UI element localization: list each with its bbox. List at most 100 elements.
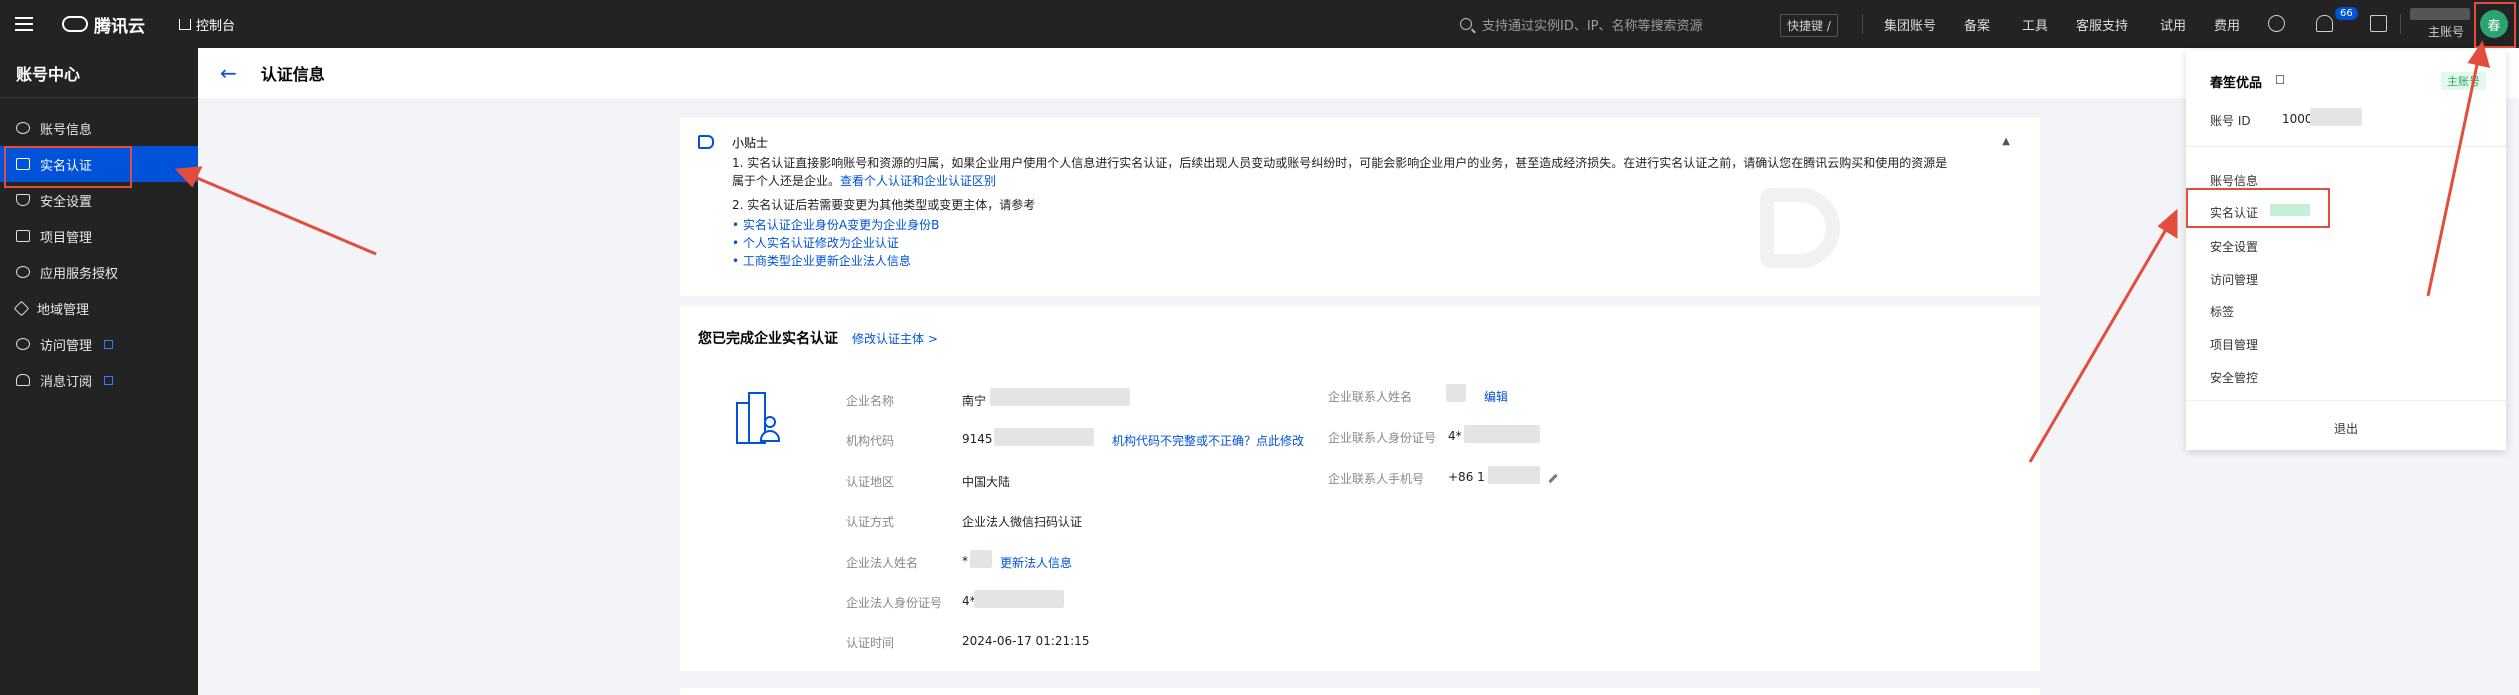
copy-icon[interactable]	[2276, 75, 2284, 84]
sidebar-item-label: 地域管理	[37, 302, 90, 318]
account-name-redacted	[2410, 8, 2470, 20]
redacted	[970, 550, 992, 568]
sidebar-item-app-auth[interactable]: 应用服务授权	[0, 254, 198, 290]
org-code-label: 机构代码	[846, 434, 895, 448]
collapse-icon[interactable]: ▲	[2002, 136, 2010, 147]
contact-edit-link[interactable]: 编辑	[1484, 388, 1508, 405]
arrow-to-sidebar	[189, 173, 377, 256]
logout-button[interactable]: 退出	[2186, 420, 2506, 437]
arrow-to-menu-item	[2028, 225, 2170, 463]
inbox-icon[interactable]	[2370, 15, 2387, 32]
home-icon	[179, 18, 191, 30]
folder-icon	[16, 230, 30, 242]
speaker-icon	[698, 135, 714, 149]
redacted	[994, 428, 1094, 446]
divider	[1862, 14, 1863, 34]
tips-title: 小贴士	[732, 136, 769, 150]
enterprise-icon	[736, 392, 784, 444]
menu-item-security-control[interactable]: 安全管控	[2210, 369, 2258, 386]
auth-info-card: 您已完成企业实名认证 修改认证主体 > 企业名称 南宁 机构代码 9145 机构…	[680, 306, 2040, 671]
menu-item-access[interactable]: 访问管理	[2210, 271, 2258, 288]
brand-logo[interactable]: 腾讯云	[62, 12, 145, 37]
company-name-value: 南宁	[962, 394, 987, 408]
sidebar-item-regions[interactable]: 地域管理	[0, 290, 198, 326]
contact-name-label: 企业联系人姓名	[1328, 390, 1413, 404]
bell-icon[interactable]	[2316, 15, 2333, 32]
sidebar-item-access[interactable]: 访问管理	[0, 326, 198, 362]
sidebar-item-label: 安全设置	[40, 194, 93, 210]
redacted	[974, 590, 1064, 608]
nav-support[interactable]: 客服支持	[2076, 0, 2128, 48]
gear-icon	[16, 338, 30, 350]
sidebar-item-projects[interactable]: 项目管理	[0, 218, 198, 254]
link-text[interactable]: 工商类型企业更新企业法人信息	[743, 254, 911, 268]
tips-link-personal-to-company: • 个人实名认证修改为企业认证	[732, 236, 899, 250]
compass-icon[interactable]	[2268, 15, 2285, 32]
menu-item-account-info[interactable]: 账号信息	[2210, 172, 2258, 189]
key-icon	[16, 266, 30, 278]
search-input[interactable]: 支持通过实例ID、IP、名称等搜索资源	[1482, 15, 1703, 34]
tips-link-change-company: • 实名认证企业身份A变更为企业身份B	[732, 218, 940, 232]
redacted	[1488, 466, 1540, 484]
annotation-box	[4, 146, 132, 188]
bell-icon	[16, 374, 30, 386]
redacted	[990, 388, 1130, 406]
notification-badge: 66	[2335, 7, 2358, 20]
next-card	[680, 688, 2040, 695]
layers-icon	[13, 300, 30, 316]
region-label: 认证地区	[846, 475, 895, 489]
tips-line-1b: 属于个人还是企业。	[732, 174, 841, 188]
sidebar-item-label: 账号信息	[40, 122, 93, 138]
contact-phone-value: +86 1	[1448, 470, 1485, 484]
menu-icon[interactable]	[0, 0, 48, 48]
nav-billing[interactable]: 费用	[2214, 0, 2240, 48]
menu-item-tags[interactable]: 标签	[2210, 303, 2234, 320]
compare-auth-link[interactable]: 查看个人认证和企业认证区别	[840, 174, 996, 188]
legal-name-label: 企业法人姓名	[846, 556, 919, 570]
external-link-icon	[104, 339, 114, 349]
sidebar-item-subscriptions[interactable]: 消息订阅	[0, 362, 198, 398]
menu-item-security[interactable]: 安全设置	[2210, 238, 2258, 255]
shield-icon	[16, 194, 30, 206]
org-code-fix-link[interactable]: 机构代码不完整或不正确？点此修改	[1112, 432, 1304, 449]
account-display-name: 春笙优品	[2210, 76, 2263, 91]
nav-group-account[interactable]: 集团账号	[1884, 0, 1936, 48]
console-link[interactable]: 控制台	[179, 15, 235, 34]
brand-name: 腾讯云	[94, 16, 145, 37]
method-value: 企业法人微信扫码认证	[962, 515, 1083, 529]
external-link-icon	[104, 375, 114, 385]
top-bar: 腾讯云 控制台 支持通过实例ID、IP、名称等搜索资源 快捷键 / 集团账号 备…	[0, 0, 2519, 48]
back-arrow-icon[interactable]: ←	[220, 61, 237, 85]
tips-line-1: 1. 实名认证直接影响账号和资源的归属，如果企业用户使用个人信息进行实名认证，后…	[732, 156, 1948, 170]
link-text[interactable]: 实名认证企业身份A变更为企业身份B	[743, 218, 939, 232]
modify-subject-link[interactable]: 修改认证主体 >	[852, 330, 938, 347]
update-legal-link[interactable]: 更新法人信息	[1000, 554, 1072, 571]
sidebar-item-label: 消息订阅	[40, 374, 93, 390]
main-account-label[interactable]: 主账号	[2428, 23, 2464, 40]
link-text[interactable]: 个人实名认证修改为企业认证	[743, 236, 899, 250]
nav-tools[interactable]: 工具	[2022, 0, 2048, 48]
time-label: 认证时间	[846, 636, 895, 650]
annotation-box	[2186, 188, 2330, 228]
tips-card: 小贴士 1. 实名认证直接影响账号和资源的归属，如果企业用户使用个人信息进行实名…	[680, 118, 2040, 296]
cloud-icon	[62, 16, 88, 32]
contact-id-value: 4*	[1448, 429, 1462, 443]
search-icon	[1460, 18, 1472, 30]
org-code-value: 9145	[962, 432, 993, 446]
legal-name-value: *	[962, 554, 968, 568]
sidebar-title: 账号中心	[0, 48, 198, 98]
menu-item-projects[interactable]: 项目管理	[2210, 336, 2258, 353]
sidebar-item-label: 访问管理	[40, 338, 93, 354]
main-account-tag: 主账号	[2441, 72, 2486, 90]
sidebar-item-label: 项目管理	[40, 230, 93, 246]
nav-filing[interactable]: 备案	[1964, 0, 1990, 48]
redacted	[2310, 108, 2362, 126]
account-id-value: 1000	[2282, 112, 2313, 126]
time-value: 2024-06-17 01:21:15	[962, 634, 1090, 648]
sidebar-item-account-info[interactable]: 账号信息	[0, 110, 198, 146]
contact-id-label: 企业联系人身份证号	[1328, 431, 1437, 445]
shortcut-hint[interactable]: 快捷键 /	[1780, 14, 1838, 37]
annotation-box	[2474, 2, 2516, 48]
nav-trial[interactable]: 试用	[2160, 0, 2186, 48]
edit-pencil-icon[interactable]	[1548, 473, 1558, 484]
